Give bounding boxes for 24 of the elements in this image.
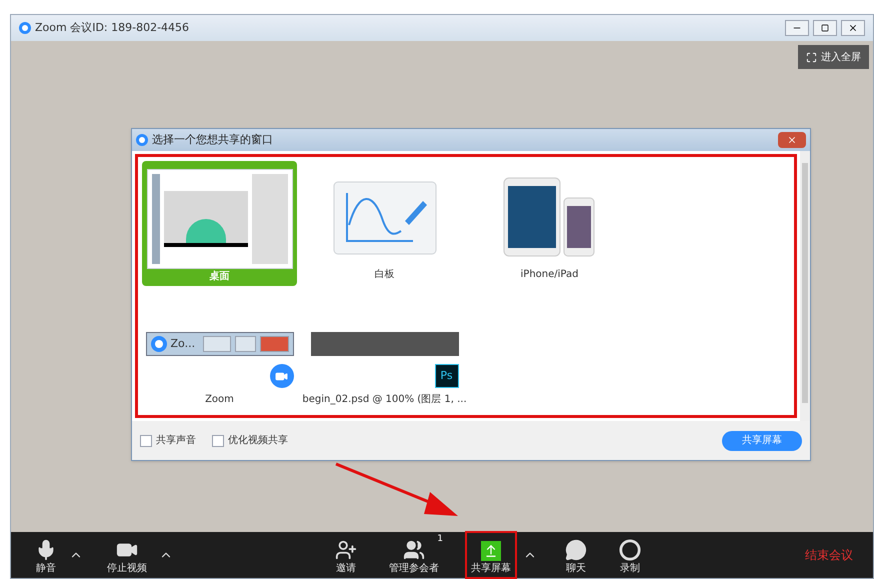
ps-app-icon: Ps xyxy=(434,364,458,388)
checkbox-label: 共享声音 xyxy=(156,434,196,448)
share-option[interactable]: iPhone/iPad xyxy=(472,161,627,286)
toolbar-button[interactable]: 邀请 xyxy=(331,533,361,577)
toolbar-button[interactable]: 停止视频 xyxy=(103,533,151,577)
checkbox-label: 优化视频共享 xyxy=(228,434,288,448)
share-option[interactable]: Zo... Zoom xyxy=(142,316,297,411)
share-option-label: Zoom xyxy=(205,393,234,407)
toolbar-button[interactable]: 录制 xyxy=(615,533,645,577)
window-thumbnail-title: Zo... xyxy=(170,336,196,352)
share-option-label: 白板 xyxy=(374,268,394,282)
share-option-label: iPhone/iPad xyxy=(520,268,578,282)
toolbar-button[interactable]: 聊天 xyxy=(561,533,591,577)
end-meeting-button[interactable]: 结束会议 xyxy=(805,546,853,564)
count-label: 1 xyxy=(437,533,443,546)
toolbar-button[interactable]: 1 管理参会者 xyxy=(385,533,443,577)
share-option[interactable]: 白板 xyxy=(307,161,462,286)
window-title: Zoom 会议ID: 189-802-4456 xyxy=(35,20,190,36)
dialog-title: 选择一个您想共享的窗口 xyxy=(152,132,273,148)
toolbar-button[interactable]: 静音 xyxy=(31,533,61,577)
fullscreen-button[interactable]: 进入全屏 xyxy=(798,45,869,69)
share-option-label: begin_02.psd @ 100% (图层 1, ... xyxy=(302,393,467,407)
share-option-label: 桌面 xyxy=(210,270,230,284)
toolbar-button[interactable]: 共享屏幕 xyxy=(467,533,515,577)
